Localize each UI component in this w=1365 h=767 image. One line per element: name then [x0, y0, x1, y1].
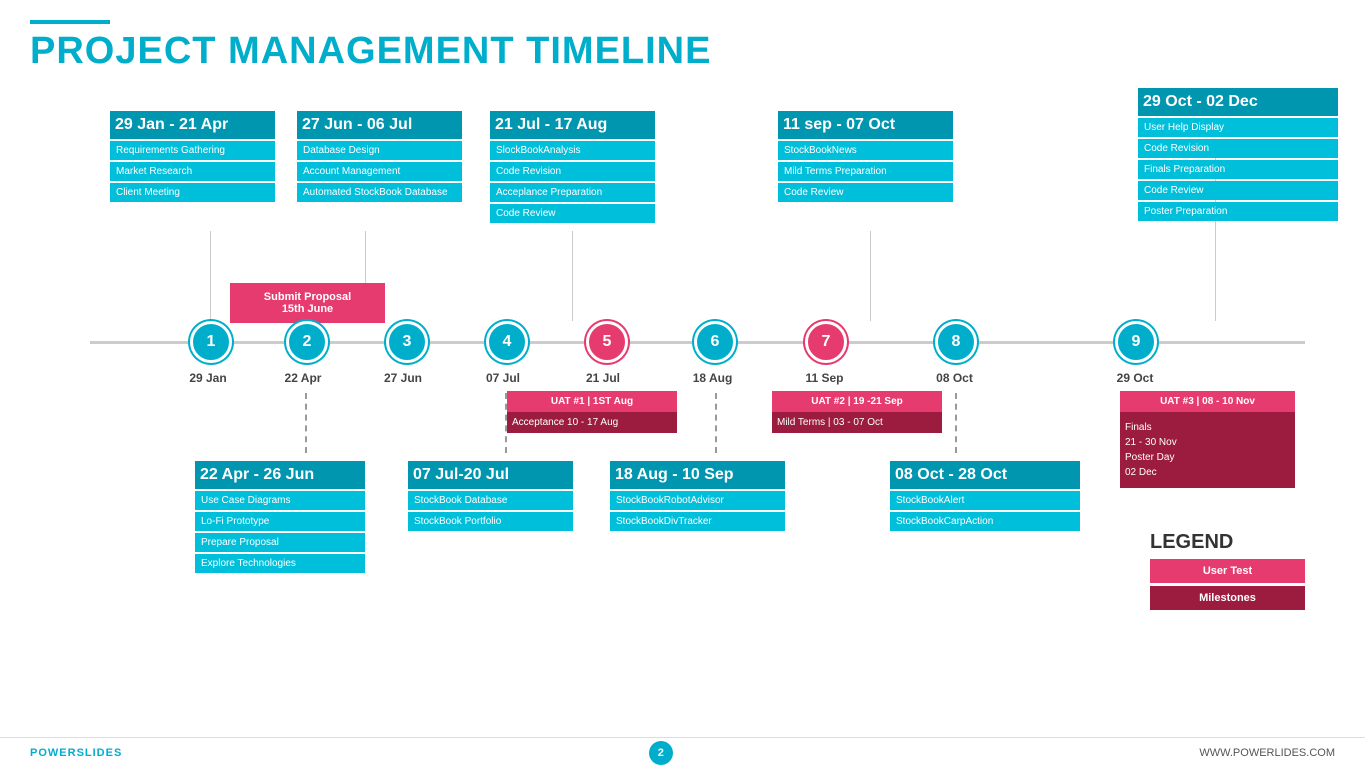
- dashed-3: [715, 393, 717, 453]
- bottom-phase-4-header: 08 Oct - 28 Oct: [890, 461, 1080, 489]
- phase-4-item-2: Mild Terms Preparation: [778, 162, 953, 181]
- bp1-item-1: Use Case Diagrams: [195, 491, 365, 510]
- phase-3-box: 21 Jul - 17 Aug SlockBookAnalysis Code R…: [490, 111, 655, 223]
- title-part1: PROJECT MANAGEMENT: [30, 30, 515, 72]
- uat-3-label: UAT #3 | 08 - 10 Nov: [1120, 391, 1295, 412]
- slide: PROJECT MANAGEMENT TIMELINE 29 Jan - 21 …: [0, 0, 1365, 767]
- dashed-1: [305, 393, 307, 453]
- milestone-6-date: 18 Aug: [680, 371, 745, 385]
- milestone-1-date: 29 Jan: [178, 371, 238, 385]
- bottom-phase-1-header: 22 Apr - 26 Jun: [195, 461, 365, 489]
- milestone-8: 8: [935, 321, 977, 363]
- dashed-4: [955, 393, 957, 453]
- phase-4-box: 11 sep - 07 Oct StockBookNews Mild Terms…: [778, 111, 953, 202]
- uat-1-box: UAT #1 | 1ST Aug Acceptance 10 - 17 Aug: [507, 391, 677, 433]
- phase-5-item-5: Poster Preparation: [1138, 202, 1338, 221]
- milestone-2: 2: [286, 321, 328, 363]
- milestone-5-date: 21 Jul: [573, 371, 633, 385]
- phase-1-item-1: Requirements Gathering: [110, 141, 275, 160]
- phase-2-header: 27 Jun - 06 Jul: [297, 111, 462, 139]
- phase-5-header: 29 Oct - 02 Dec: [1138, 88, 1338, 116]
- phase-5-box: 29 Oct - 02 Dec User Help Display Code R…: [1138, 88, 1338, 221]
- bp4-item-2: StockBookCarpAction: [890, 512, 1080, 531]
- bottom-phase-2-header: 07 Jul-20 Jul: [408, 461, 573, 489]
- footer-page-number: 2: [649, 741, 673, 765]
- connector-4: [870, 231, 871, 321]
- bottom-phase-1: 22 Apr - 26 Jun Use Case Diagrams Lo-Fi …: [195, 461, 365, 573]
- legend-title: LEGEND: [1150, 531, 1305, 554]
- bottom-phase-3-header: 18 Aug - 10 Sep: [610, 461, 785, 489]
- milestone-6: 6: [694, 321, 736, 363]
- phase-5-item-4: Code Review: [1138, 181, 1338, 200]
- bp2-item-2: StockBook Portfolio: [408, 512, 573, 531]
- milestone-9: 9: [1115, 321, 1157, 363]
- phase-5-item-2: Code Revision: [1138, 139, 1338, 158]
- milestone-5: 5: [586, 321, 628, 363]
- uat-3-sub: Finals21 - 30 NovPoster Day02 Dec: [1120, 412, 1295, 488]
- bp4-item-1: StockBookAlert: [890, 491, 1080, 510]
- phase-3-item-3: Acceplance Preparation: [490, 183, 655, 202]
- bp1-item-4: Explore Technologies: [195, 554, 365, 573]
- bp2-item-1: StockBook Database: [408, 491, 573, 510]
- footer: POWERSLIDES 2 WWW.POWERLIDES.COM: [0, 737, 1365, 767]
- uat-2-label: UAT #2 | 19 -21 Sep: [772, 391, 942, 412]
- bottom-phase-2: 07 Jul-20 Jul StockBook Database StockBo…: [408, 461, 573, 531]
- header-accent-bar: [30, 20, 110, 24]
- milestone-8-date: 08 Oct: [922, 371, 987, 385]
- connector-1: [210, 231, 211, 321]
- footer-website: WWW.POWERLIDES.COM: [1199, 747, 1335, 759]
- submit-proposal-label: Submit Proposal 15th June: [230, 283, 385, 323]
- milestone-9-date: 29 Oct: [1100, 371, 1170, 385]
- page-title: PROJECT MANAGEMENT TIMELINE: [30, 30, 1335, 73]
- milestone-2-date: 22 Apr: [273, 371, 333, 385]
- uat-1-sub: Acceptance 10 - 17 Aug: [507, 412, 677, 433]
- legend: LEGEND User Test Milestones: [1150, 531, 1305, 613]
- milestone-1: 1: [190, 321, 232, 363]
- title-part2: TIMELINE: [526, 30, 711, 72]
- bottom-phase-3: 18 Aug - 10 Sep StockBookRobotAdvisor St…: [610, 461, 785, 531]
- phase-2-item-2: Account Management: [297, 162, 462, 181]
- footer-brand: POWERSLIDES: [30, 747, 122, 759]
- milestone-3: 3: [386, 321, 428, 363]
- milestone-4: 4: [486, 321, 528, 363]
- connector-3: [572, 231, 573, 321]
- phase-5-item-1: User Help Display: [1138, 118, 1338, 137]
- phase-2-box: 27 Jun - 06 Jul Database Design Account …: [297, 111, 462, 202]
- bp3-item-1: StockBookRobotAdvisor: [610, 491, 785, 510]
- milestone-7-date: 11 Sep: [792, 371, 857, 385]
- submit-proposal-box: Submit Proposal 15th June: [230, 283, 385, 323]
- phase-1-item-3: Client Meeting: [110, 183, 275, 202]
- phase-3-item-4: Code Review: [490, 204, 655, 223]
- timeline-area: 29 Jan - 21 Apr Requirements Gathering M…: [30, 83, 1335, 663]
- uat-3-box: UAT #3 | 08 - 10 Nov Finals21 - 30 NovPo…: [1120, 391, 1295, 488]
- milestone-7: 7: [805, 321, 847, 363]
- bottom-phase-4: 08 Oct - 28 Oct StockBookAlert StockBook…: [890, 461, 1080, 531]
- phase-4-item-1: StockBookNews: [778, 141, 953, 160]
- dashed-2: [505, 393, 507, 453]
- uat-2-sub: Mild Terms | 03 - 07 Oct: [772, 412, 942, 433]
- phase-2-item-1: Database Design: [297, 141, 462, 160]
- uat-1-label: UAT #1 | 1ST Aug: [507, 391, 677, 412]
- phase-2-item-3: Automated StockBook Database: [297, 183, 462, 202]
- uat-2-box: UAT #2 | 19 -21 Sep Mild Terms | 03 - 07…: [772, 391, 942, 433]
- legend-milestones: Milestones: [1150, 586, 1305, 610]
- phase-3-item-1: SlockBookAnalysis: [490, 141, 655, 160]
- bp3-item-2: StockBookDivTracker: [610, 512, 785, 531]
- phase-4-item-3: Code Review: [778, 183, 953, 202]
- phase-3-item-2: Code Revision: [490, 162, 655, 181]
- phase-5-item-3: Finals Preparation: [1138, 160, 1338, 179]
- phase-1-item-2: Market Research: [110, 162, 275, 181]
- phase-1-box: 29 Jan - 21 Apr Requirements Gathering M…: [110, 111, 275, 202]
- phase-1-header: 29 Jan - 21 Apr: [110, 111, 275, 139]
- milestone-3-date: 27 Jun: [373, 371, 433, 385]
- legend-user-test: User Test: [1150, 559, 1305, 583]
- bp1-item-3: Prepare Proposal: [195, 533, 365, 552]
- phase-3-header: 21 Jul - 17 Aug: [490, 111, 655, 139]
- milestone-4-date: 07 Jul: [473, 371, 533, 385]
- bp1-item-2: Lo-Fi Prototype: [195, 512, 365, 531]
- phase-4-header: 11 sep - 07 Oct: [778, 111, 953, 139]
